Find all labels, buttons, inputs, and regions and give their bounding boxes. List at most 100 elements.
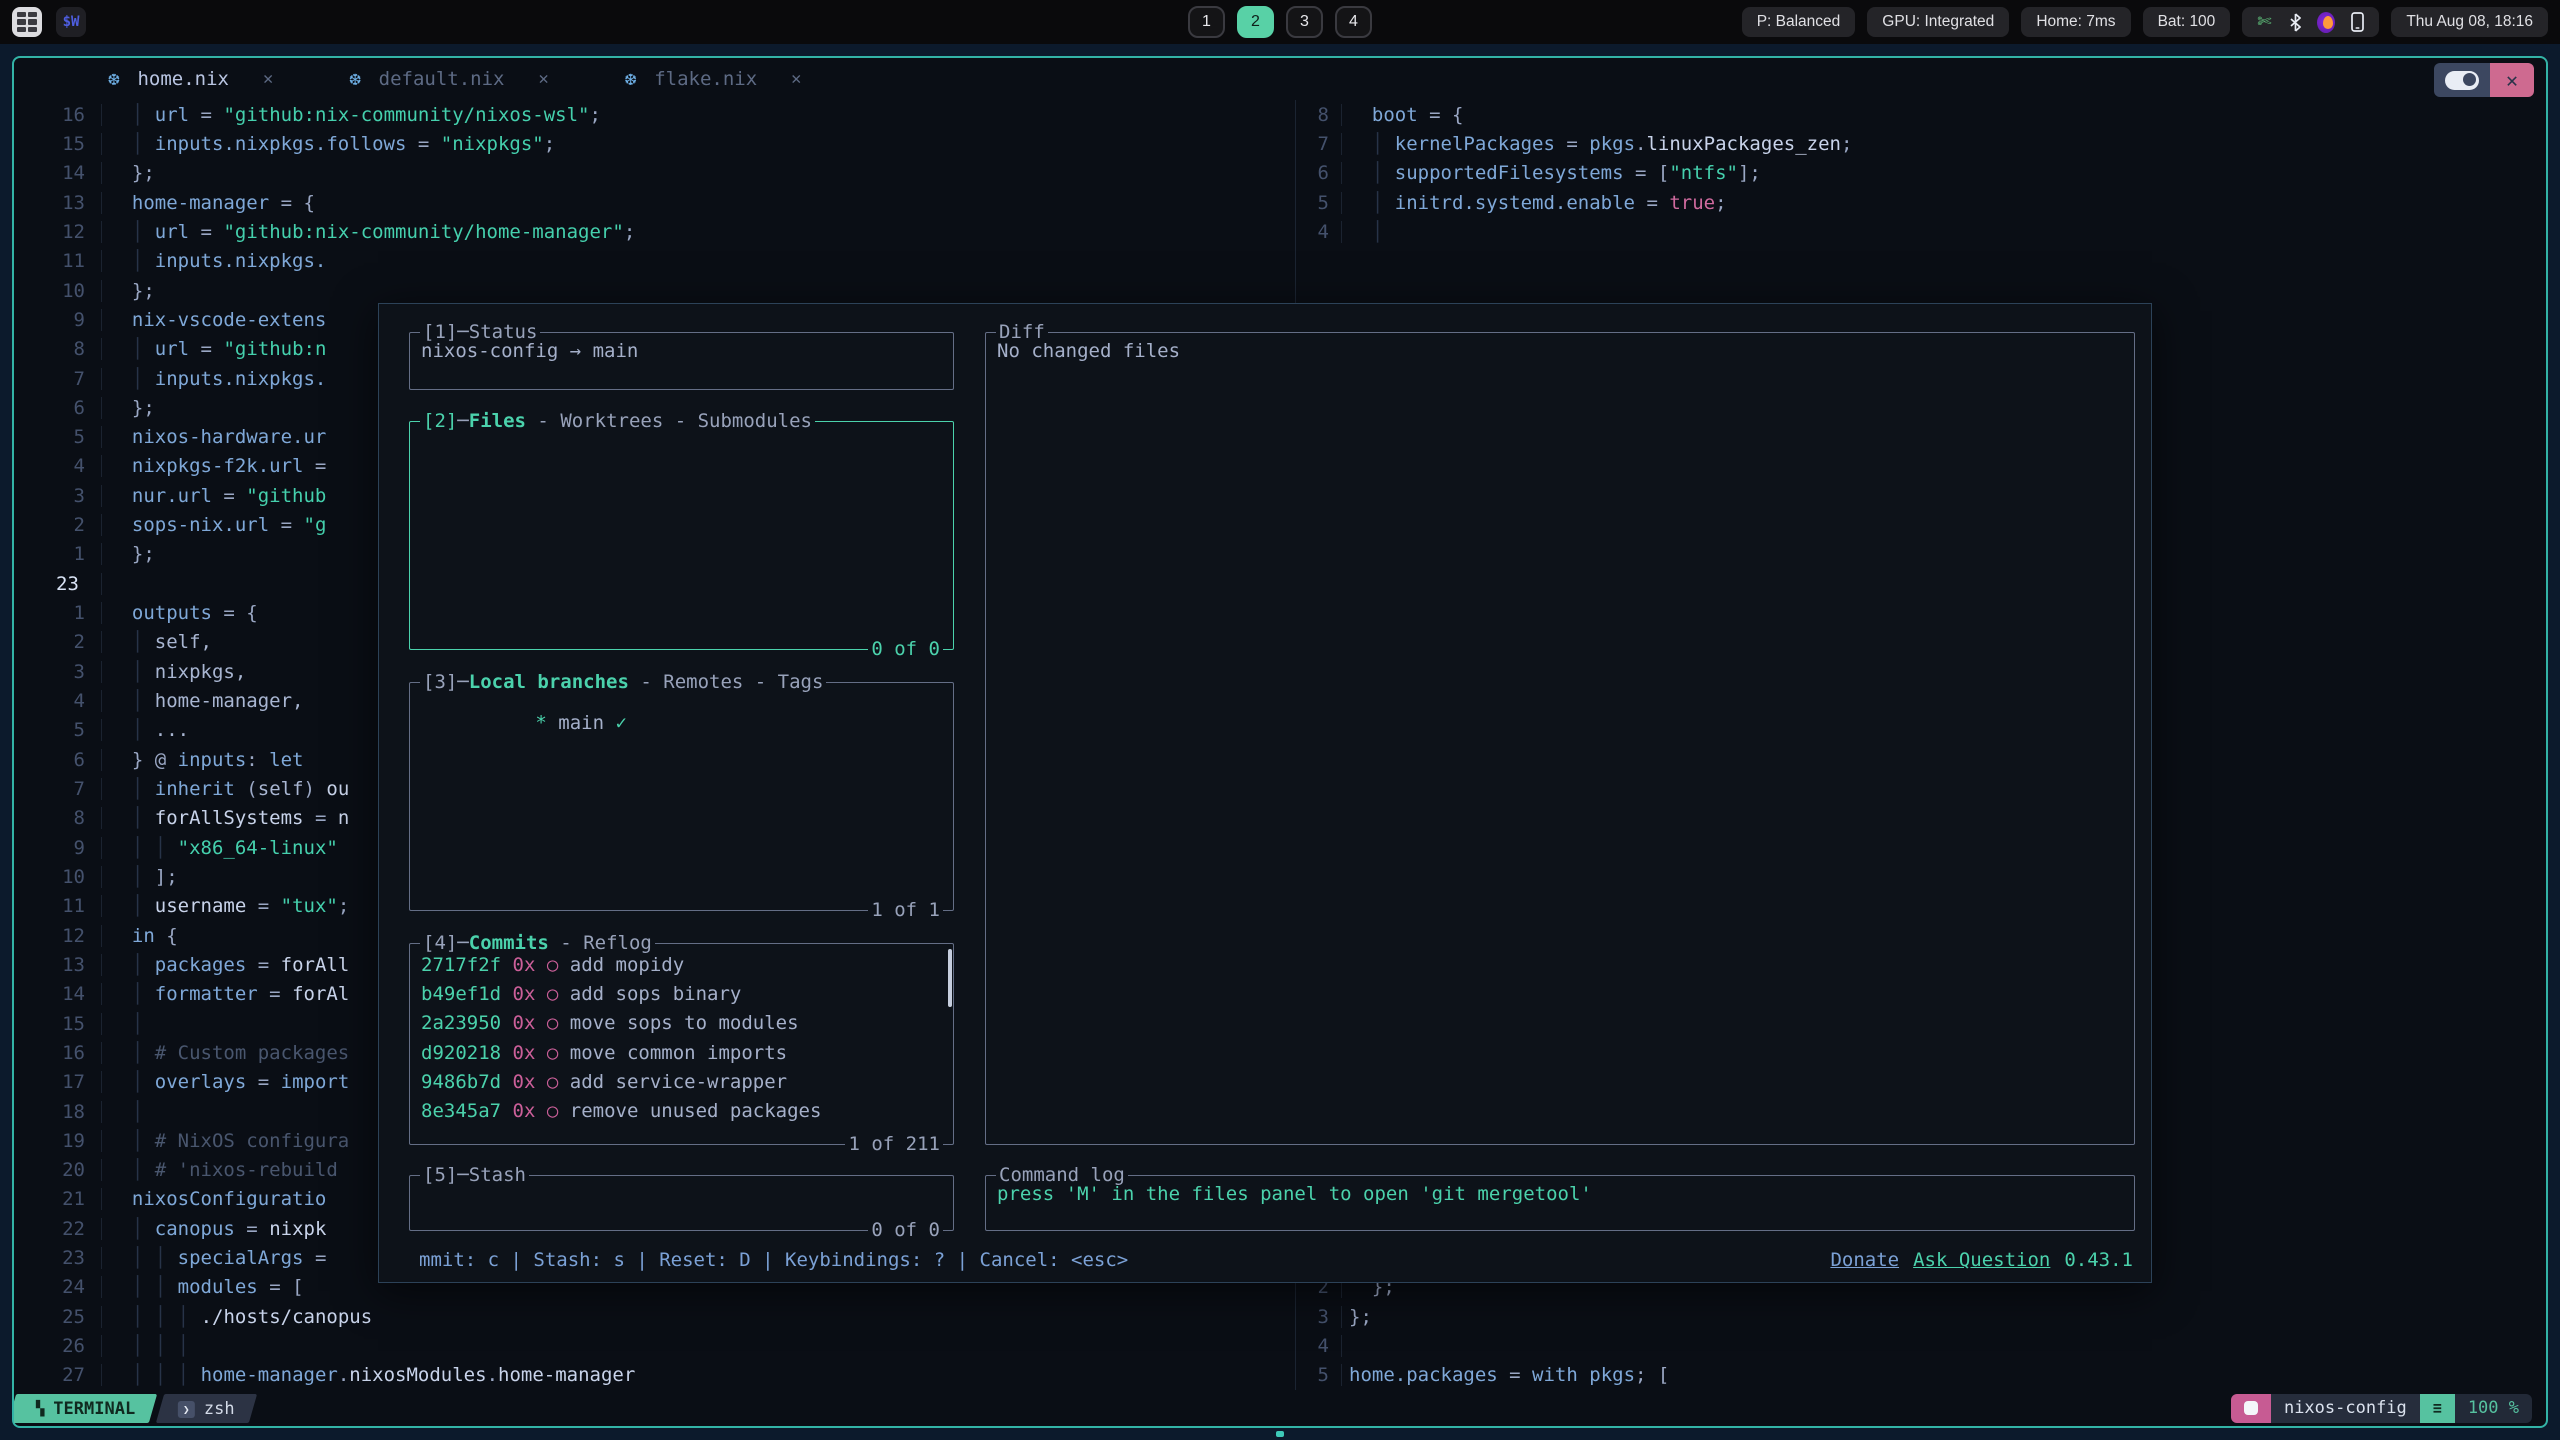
code-line: 25 │ │ │ ./hosts/canopus bbox=[14, 1302, 1295, 1331]
line-number: 2 bbox=[14, 514, 102, 536]
line-number: 5 bbox=[1296, 192, 1342, 214]
line-number: 8 bbox=[14, 807, 102, 829]
nix-snowflake-icon: ❆ bbox=[108, 68, 119, 90]
commit-row[interactable]: 9486b7d 0x ○ add service-wrapper bbox=[421, 1068, 942, 1097]
window-focus-tick bbox=[1276, 1431, 1284, 1437]
lazygit-diff-panel[interactable]: Diff No changed files bbox=[985, 332, 2135, 1145]
line-number: 4 bbox=[1296, 1335, 1342, 1357]
code-line: 7 │ kernelPackages = pkgs.linuxPackages_… bbox=[1296, 129, 2546, 158]
branch-row[interactable]: * main ✓ bbox=[410, 683, 953, 910]
clock[interactable]: Thu Aug 08, 18:16 bbox=[2391, 7, 2548, 37]
window-status-bar: ▚ TERMINAL ❯ zsh nixos-config ≡ 100 % bbox=[14, 1390, 2546, 1426]
editor-tab-flake.nix[interactable]: ❆ flake.nix ✕ bbox=[591, 58, 836, 100]
line-number: 16 bbox=[14, 1042, 102, 1064]
session-icon-badge[interactable] bbox=[2231, 1394, 2271, 1423]
code-line: 16 │ url = "github:nix-community/nixos-w… bbox=[14, 100, 1295, 129]
line-number: 8 bbox=[1296, 104, 1342, 126]
line-number: 1 bbox=[14, 602, 102, 624]
nix-snowflake-icon: ❆ bbox=[349, 68, 360, 90]
terminal-mode-label: TERMINAL bbox=[53, 1398, 135, 1418]
lazygit-stash-panel[interactable]: [5]─Stash 0 of 0 bbox=[409, 1175, 954, 1231]
status-module[interactable]: Home: 7ms bbox=[2021, 7, 2130, 37]
toggle-button[interactable] bbox=[2434, 63, 2490, 97]
files-count: 0 of 0 bbox=[868, 636, 943, 663]
nix-snowflake-icon: ❆ bbox=[625, 68, 636, 90]
status-module[interactable]: GPU: Integrated bbox=[1867, 7, 2009, 37]
workspace-button-2[interactable]: 2 bbox=[1237, 6, 1274, 38]
line-number: 7 bbox=[14, 778, 102, 800]
editor-tab-home.nix[interactable]: ❆ home.nix ✕ bbox=[74, 58, 307, 100]
line-number: 12 bbox=[14, 221, 102, 243]
tab-close-icon[interactable]: ✕ bbox=[263, 69, 273, 89]
shell-label: zsh bbox=[204, 1398, 235, 1418]
session-icon bbox=[2244, 1401, 2258, 1415]
line-number: 22 bbox=[14, 1218, 102, 1240]
line-number: 10 bbox=[14, 866, 102, 888]
tab-label: flake.nix bbox=[654, 68, 757, 90]
code-line: 3}; bbox=[1296, 1302, 2546, 1331]
tab-close-icon[interactable]: ✕ bbox=[539, 69, 549, 89]
line-number: 16 bbox=[14, 104, 102, 126]
branches-count: 1 of 1 bbox=[868, 897, 943, 924]
tab-close-icon[interactable]: ✕ bbox=[791, 69, 801, 89]
lazygit-commits-panel[interactable]: [4]─Commits - Reflog 2717f2f 0x ○ add mo… bbox=[409, 943, 954, 1145]
donate-link[interactable]: Donate bbox=[1830, 1249, 1899, 1271]
lazygit-files-panel[interactable]: [2]─Files - Worktrees - Submodules 0 of … bbox=[409, 421, 954, 650]
line-number: 5 bbox=[14, 719, 102, 741]
workspace-button-3[interactable]: 3 bbox=[1286, 6, 1323, 38]
line-number: 4 bbox=[14, 690, 102, 712]
lazygit-status-panel[interactable]: [1]─Status nixos-config → main bbox=[409, 332, 954, 390]
shell-badge[interactable]: ❯ zsh bbox=[156, 1394, 257, 1423]
code-line: 4 │ bbox=[1296, 217, 2546, 246]
workspace-button-1[interactable]: 1 bbox=[1188, 6, 1225, 38]
line-number: 6 bbox=[14, 749, 102, 771]
line-number: 23 bbox=[14, 573, 102, 595]
lazygit-branches-panel[interactable]: [3]─Local branches - Remotes - Tags * ma… bbox=[409, 682, 954, 911]
line-number: 9 bbox=[14, 837, 102, 859]
workspace-button-4[interactable]: 4 bbox=[1335, 6, 1372, 38]
commit-row[interactable]: 8e345a7 0x ○ remove unused packages bbox=[421, 1097, 942, 1126]
lazygit-floating-window[interactable]: [1]─Status nixos-config → main [2]─Files… bbox=[378, 303, 2152, 1283]
line-number: 25 bbox=[14, 1306, 102, 1328]
line-number: 7 bbox=[1296, 133, 1342, 155]
tab-label: home.nix bbox=[137, 68, 229, 90]
commit-row[interactable]: 2a23950 0x ○ move sops to modules bbox=[421, 1009, 942, 1038]
phone-icon bbox=[2348, 12, 2366, 32]
status-content: nixos-config → main bbox=[410, 333, 953, 389]
code-line: 11 │ inputs.nixpkgs. bbox=[14, 247, 1295, 276]
session-name[interactable]: nixos-config bbox=[2271, 1394, 2420, 1423]
line-number: 24 bbox=[14, 1276, 102, 1298]
line-number: 8 bbox=[14, 338, 102, 360]
line-number: 14 bbox=[14, 162, 102, 184]
line-number: 18 bbox=[14, 1101, 102, 1123]
commit-row[interactable]: d920218 0x ○ move common imports bbox=[421, 1039, 942, 1068]
list-icon-badge[interactable]: ≡ bbox=[2420, 1394, 2455, 1423]
system-tray[interactable]: ✄ bbox=[2242, 7, 2379, 37]
commit-row[interactable]: 2717f2f 0x ○ add mopidy bbox=[421, 951, 942, 980]
line-number: 19 bbox=[14, 1130, 102, 1152]
code-line: 4 bbox=[1296, 1331, 2546, 1360]
lazygit-command-log-panel[interactable]: Command log press 'M' in the files panel… bbox=[985, 1175, 2135, 1231]
close-button[interactable]: ✕ bbox=[2490, 63, 2534, 97]
editor-tab-default.nix[interactable]: ❆default.nix✕ bbox=[315, 58, 583, 100]
line-number: 6 bbox=[1296, 162, 1342, 184]
panel-title: [5]─Stash bbox=[420, 1162, 529, 1189]
commit-row[interactable]: b49ef1d 0x ○ add sops binary bbox=[421, 980, 942, 1009]
session-status-group: nixos-config ≡ 100 % bbox=[2231, 1394, 2532, 1423]
line-number: 14 bbox=[14, 983, 102, 1005]
terminal-mode-badge[interactable]: ▚ TERMINAL bbox=[14, 1394, 157, 1423]
diff-content: No changed files bbox=[986, 333, 2134, 1144]
line-number: 2 bbox=[14, 631, 102, 653]
line-number: 11 bbox=[14, 250, 102, 272]
status-module[interactable]: Bat: 100 bbox=[2143, 7, 2231, 37]
commits-scrollbar[interactable] bbox=[948, 949, 952, 1007]
status-module[interactable]: P: Balanced bbox=[1742, 7, 1856, 37]
line-number: 12 bbox=[14, 925, 102, 947]
line-number: 27 bbox=[14, 1364, 102, 1386]
code-line: 8 boot = { bbox=[1296, 100, 2546, 129]
line-number: 3 bbox=[14, 661, 102, 683]
vpn-icon: ✄ bbox=[2255, 12, 2273, 32]
line-number: 9 bbox=[14, 309, 102, 331]
editor-area[interactable]: 16 │ url = "github:nix-community/nixos-w… bbox=[14, 100, 2546, 1390]
ask-question-link[interactable]: Ask Question bbox=[1913, 1249, 2050, 1271]
